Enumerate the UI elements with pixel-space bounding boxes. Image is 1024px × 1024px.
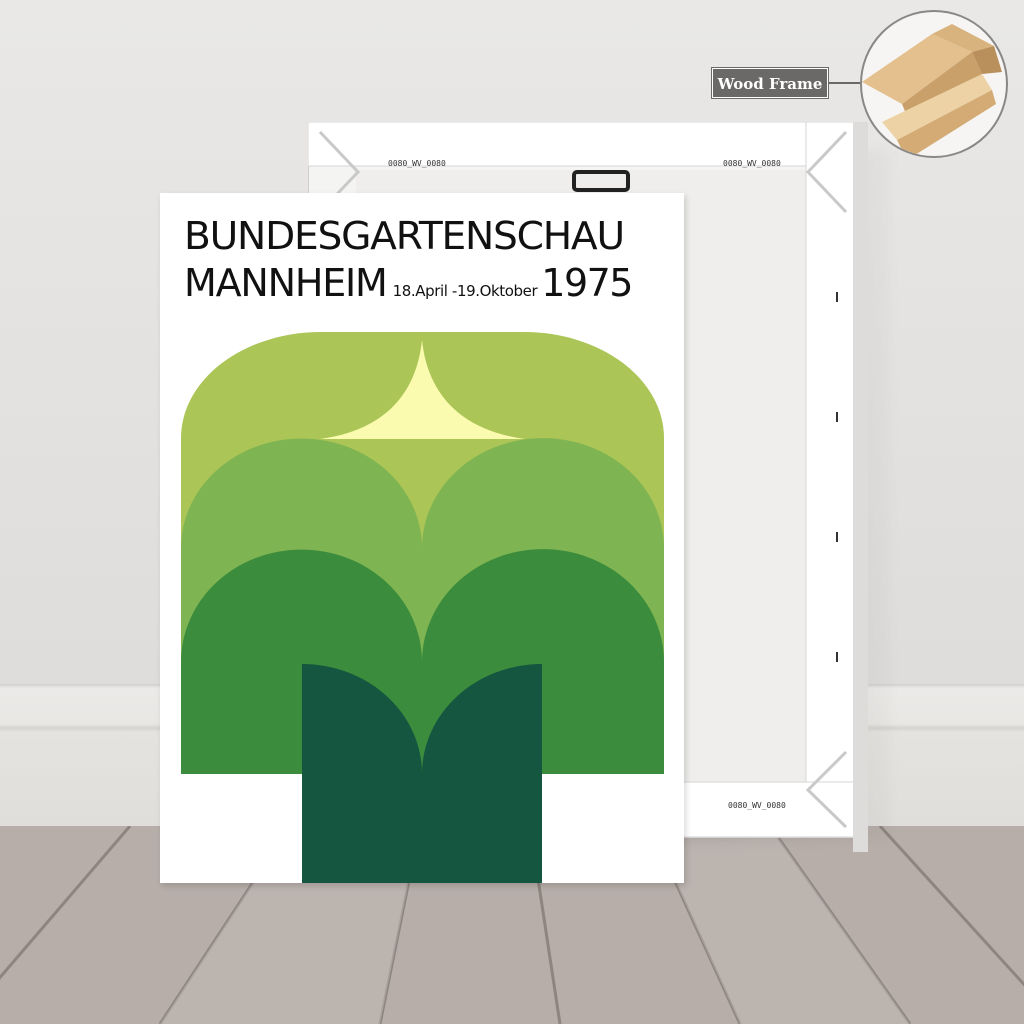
wood-frame-badge: Wood Frame xyxy=(712,68,828,98)
poster: BUNDESGARTENSCHAU MANNHEIM 18.April -19.O… xyxy=(160,193,684,883)
badge-connector-line xyxy=(829,82,863,84)
wood-frame-detail-image xyxy=(860,10,1008,158)
poster-artwork xyxy=(181,332,664,883)
canvas-stamp-top-right: 0080_WV_0080 xyxy=(723,159,781,168)
canvas-stamp-bottom: 0080_WV_0080 xyxy=(728,801,786,810)
canvas-stamp-top-left: 0080_WV_0080 xyxy=(388,159,446,168)
